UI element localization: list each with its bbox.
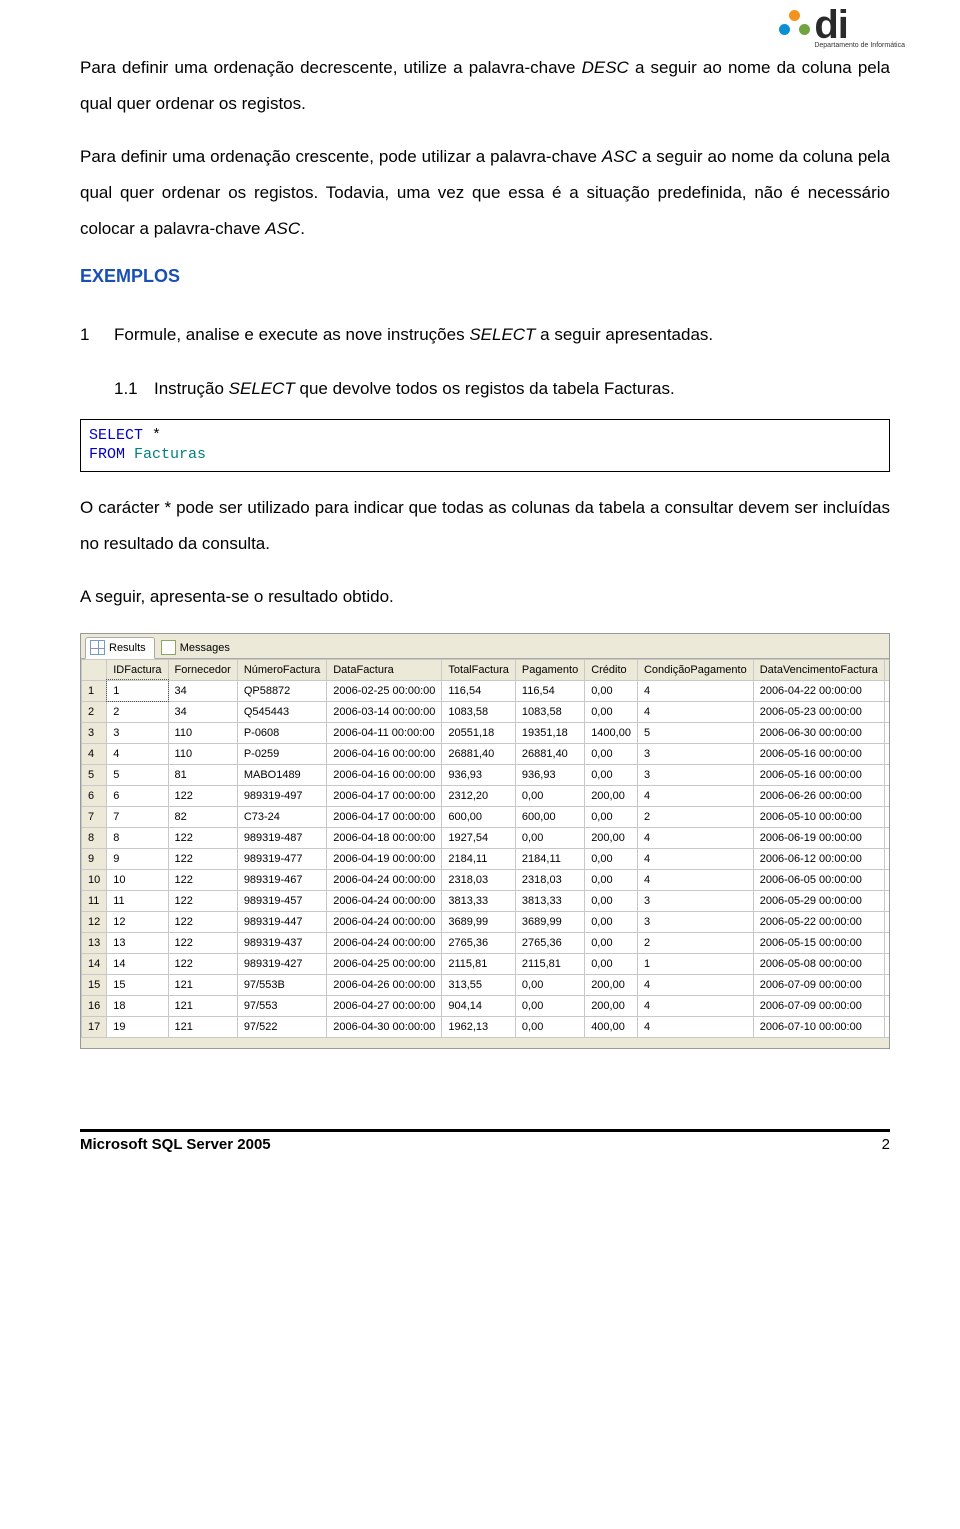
- paragraph-4: A seguir, apresenta-se o resultado obtid…: [80, 579, 890, 615]
- paragraph-1: Para definir uma ordenação decrescente, …: [80, 50, 890, 121]
- table-row[interactable]: 66122989319-4972006-04-17 00:00:002312,2…: [82, 785, 890, 806]
- table-row[interactable]: 1313122989319-4372006-04-24 00:00:002765…: [82, 932, 890, 953]
- table-row[interactable]: 151512197/553B2006-04-26 00:00:00313,550…: [82, 974, 890, 995]
- column-header[interactable]: IDFactura: [107, 659, 168, 680]
- table-row[interactable]: 99122989319-4772006-04-19 00:00:002184,1…: [82, 848, 890, 869]
- results-panel: Results Messages IDFacturaFornecedorNúme…: [80, 633, 890, 1049]
- table-row[interactable]: 161812197/5532006-04-27 00:00:00904,140,…: [82, 995, 890, 1016]
- results-grid-wrap[interactable]: IDFacturaFornecedorNúmeroFacturaDataFact…: [81, 659, 889, 1038]
- column-header[interactable]: DataFactura: [327, 659, 442, 680]
- paragraph-2: Para definir uma ordenação crescente, po…: [80, 139, 890, 246]
- logo-dots-icon: [781, 10, 811, 40]
- table-row[interactable]: 1134QP588722006-02-25 00:00:00116,54116,…: [82, 680, 890, 701]
- column-header[interactable]: [82, 659, 107, 680]
- column-header[interactable]: NúmeroFactura: [237, 659, 326, 680]
- table-row[interactable]: 1212122989319-4472006-04-24 00:00:003689…: [82, 911, 890, 932]
- column-header[interactable]: Crédito: [585, 659, 638, 680]
- grid-icon: [90, 640, 105, 655]
- logo: di Departamento de Informática: [781, 8, 905, 49]
- heading-exemplos: EXEMPLOS: [80, 266, 890, 287]
- tabs-row: Results Messages: [81, 634, 889, 659]
- table-row[interactable]: 7782C73-242006-04-17 00:00:00600,00600,0…: [82, 806, 890, 827]
- column-header[interactable]: CondiçãoPagamento: [637, 659, 753, 680]
- paragraph-3: O carácter * pode ser utilizado para ind…: [80, 490, 890, 561]
- table-row[interactable]: 33110P-06082006-04-11 00:00:0020551,1819…: [82, 722, 890, 743]
- message-icon: [161, 640, 176, 655]
- logo-text: di: [814, 8, 905, 42]
- table-row[interactable]: 5581MABO14892006-04-16 00:00:00936,93936…: [82, 764, 890, 785]
- table-row[interactable]: 88122989319-4872006-04-18 00:00:001927,5…: [82, 827, 890, 848]
- column-header[interactable]: Pagamento: [515, 659, 584, 680]
- column-header[interactable]: TotalFactura: [442, 659, 516, 680]
- table-row[interactable]: 2234Q5454432006-03-14 00:00:001083,58108…: [82, 701, 890, 722]
- footer: Microsoft SQL Server 2005 2: [80, 1129, 890, 1153]
- tab-messages[interactable]: Messages: [157, 638, 238, 658]
- footer-page-number: 2: [882, 1136, 890, 1153]
- footer-left: Microsoft SQL Server 2005: [80, 1136, 271, 1153]
- table-row[interactable]: 1010122989319-4672006-04-24 00:00:002318…: [82, 869, 890, 890]
- table-row[interactable]: 1111122989319-4572006-04-24 00:00:003813…: [82, 890, 890, 911]
- column-header[interactable]: Fornecedor: [168, 659, 237, 680]
- column-header[interactable]: DataPagamento: [884, 659, 889, 680]
- list-item-1-1: 1.1 Instrução SELECT que devolve todos o…: [114, 371, 890, 407]
- tab-results[interactable]: Results: [85, 637, 155, 659]
- table-row[interactable]: 44110P-02592006-04-16 00:00:0026881,4026…: [82, 743, 890, 764]
- list-item-1: 1 Formule, analise e execute as nove ins…: [80, 317, 890, 353]
- code-block: SELECT * FROM Facturas: [80, 419, 890, 472]
- table-row[interactable]: 171912197/5222006-04-30 00:00:001962,130…: [82, 1016, 890, 1037]
- table-row[interactable]: 1414122989319-4272006-04-25 00:00:002115…: [82, 953, 890, 974]
- column-header[interactable]: DataVencimentoFactura: [753, 659, 884, 680]
- results-grid[interactable]: IDFacturaFornecedorNúmeroFacturaDataFact…: [81, 659, 889, 1038]
- scrollbar-stub[interactable]: [81, 1038, 889, 1048]
- logo-subtitle: Departamento de Informática: [814, 42, 905, 49]
